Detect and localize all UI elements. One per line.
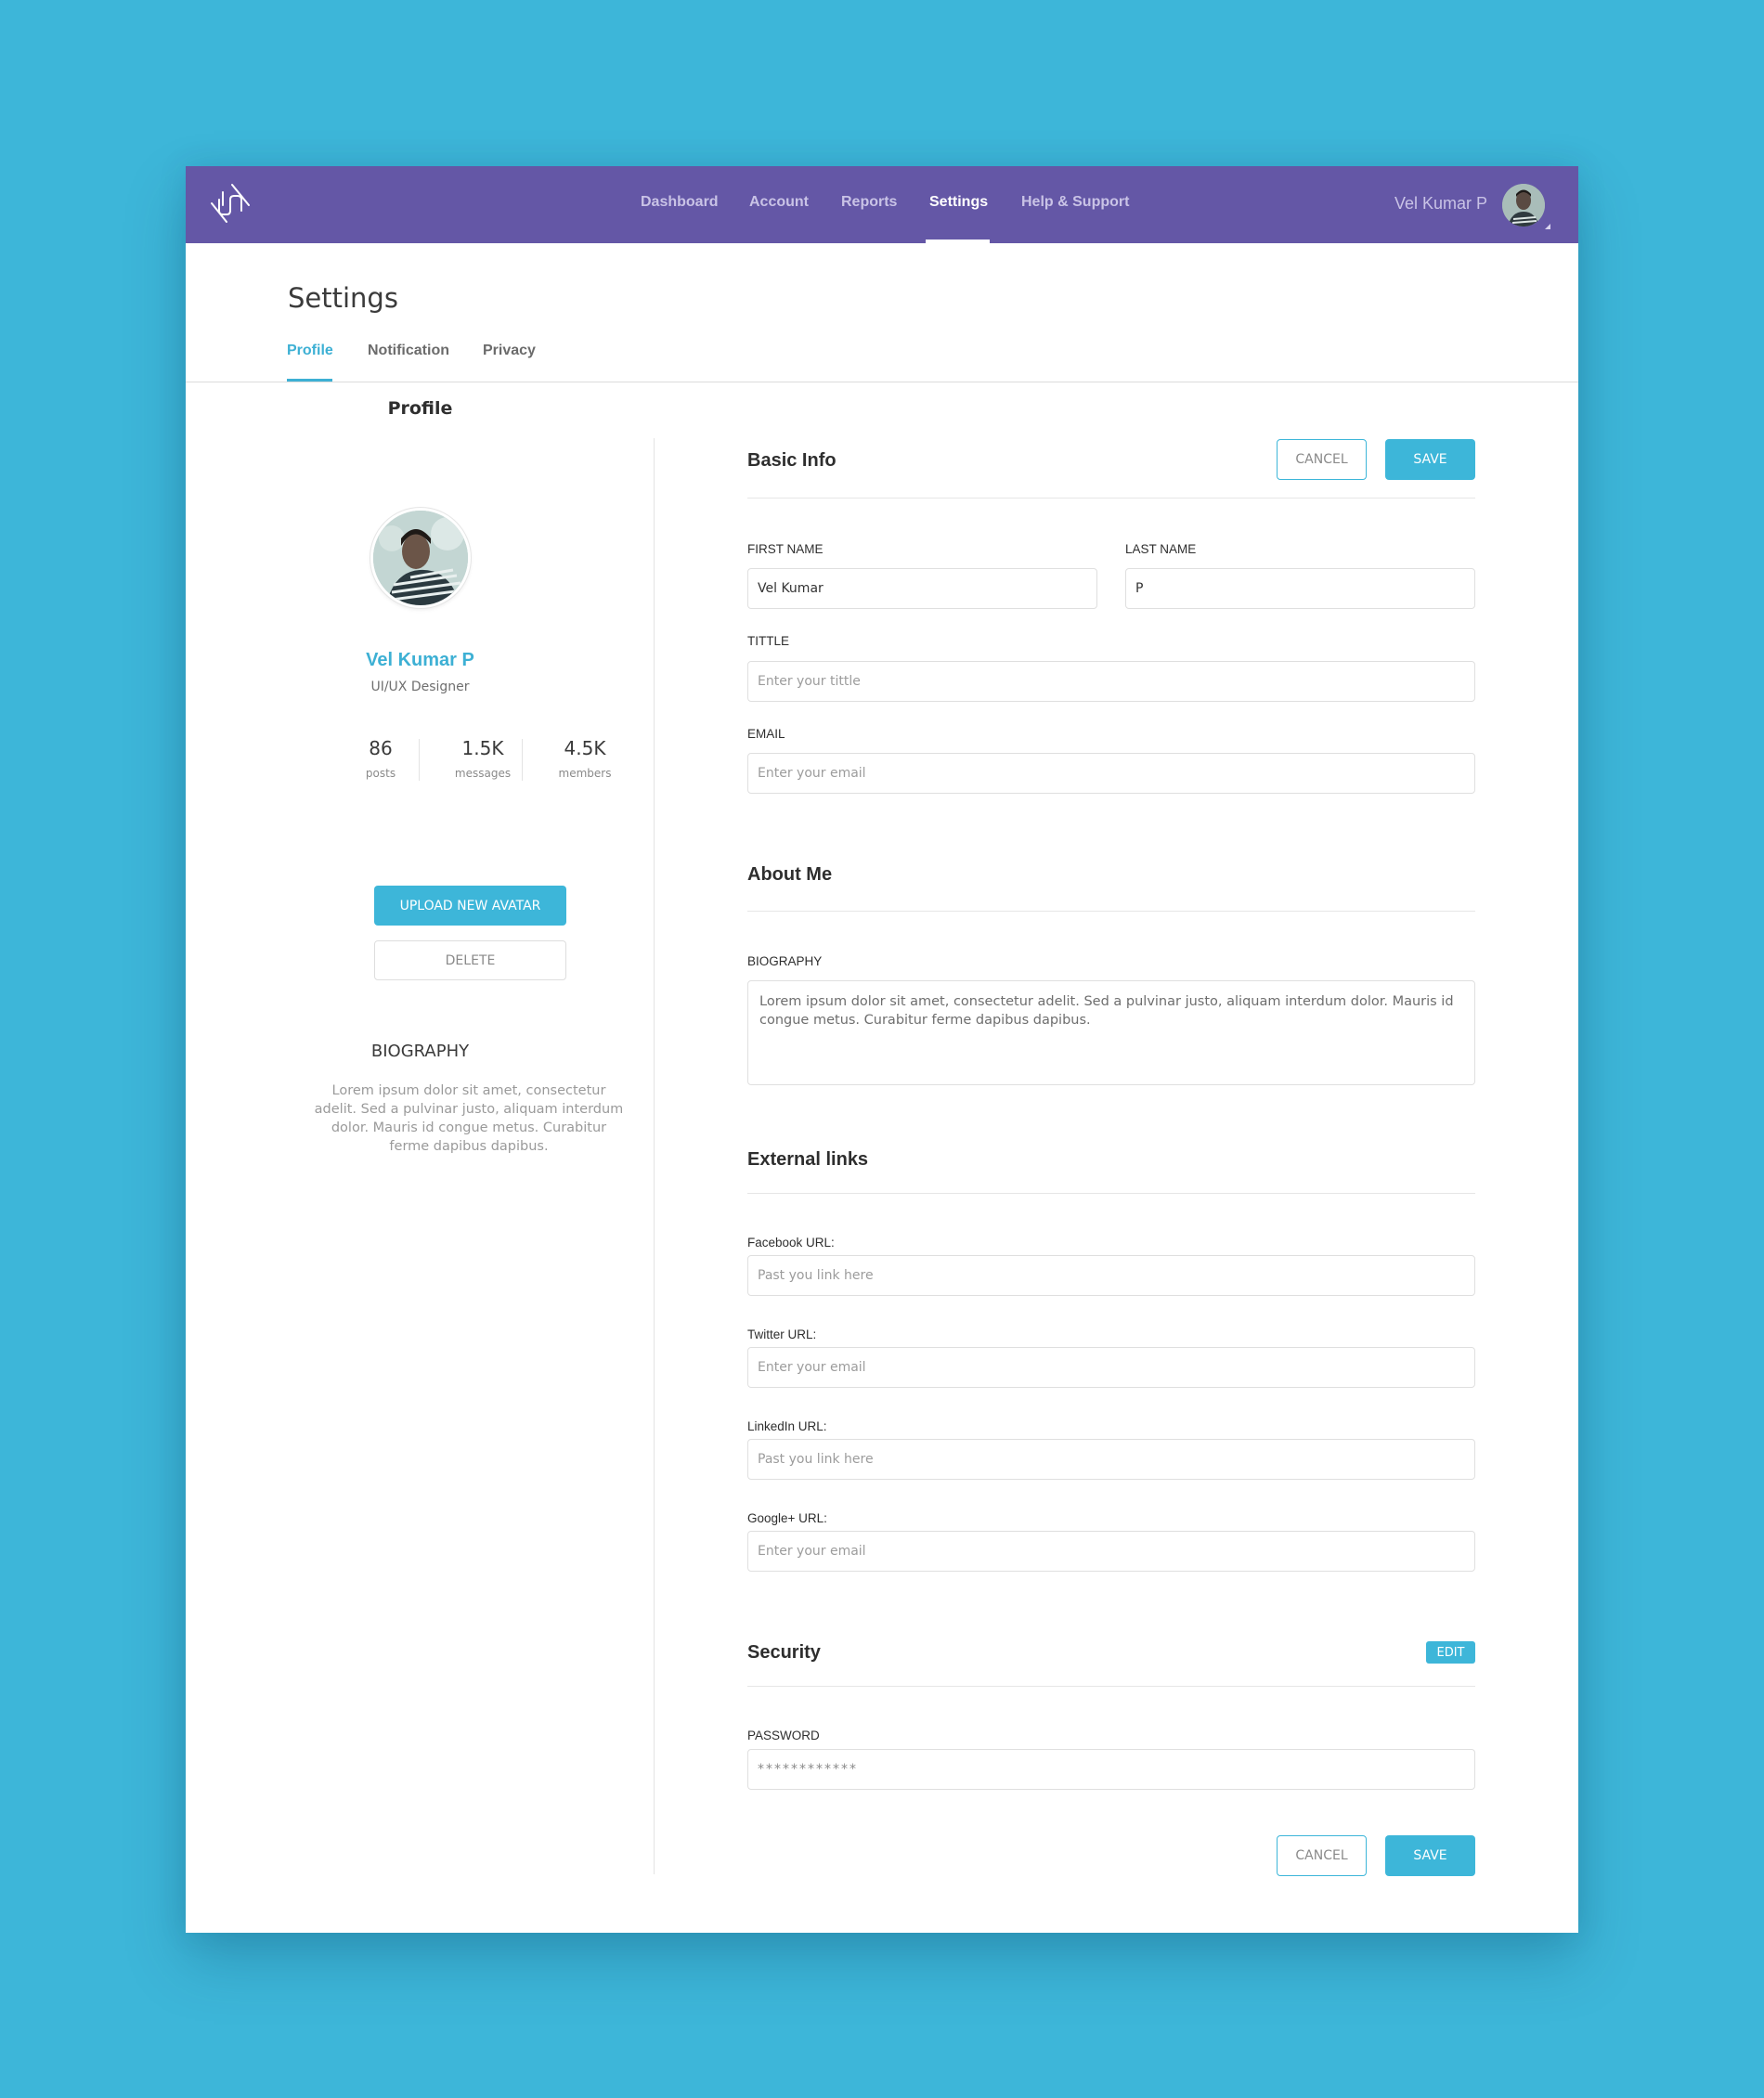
password-input[interactable] xyxy=(747,1749,1475,1790)
user-avatar[interactable] xyxy=(1502,184,1545,227)
stat-label: messages xyxy=(454,767,512,780)
avatar-photo-icon xyxy=(1502,184,1545,227)
stat-members: 4.5K members xyxy=(534,737,636,780)
tab-privacy[interactable]: Privacy xyxy=(483,343,536,359)
security-divider xyxy=(747,1686,1475,1687)
first-name-label: FIRST NAME xyxy=(747,542,824,556)
delete-avatar-button[interactable]: DELETE xyxy=(374,940,566,980)
biography-heading: BIOGRAPHY xyxy=(370,1042,470,1061)
basic-info-divider xyxy=(747,498,1475,499)
stat-value: 86 xyxy=(369,737,393,759)
external-links-title: External links xyxy=(747,1149,869,1170)
profile-stats: 86 posts 1.5K messages 4.5K members xyxy=(330,737,636,784)
stat-divider xyxy=(419,739,420,781)
last-name-label: LAST NAME xyxy=(1125,542,1197,556)
cancel-button-bottom[interactable]: CANCEL xyxy=(1277,1835,1367,1876)
profile-avatar[interactable] xyxy=(370,508,471,608)
profile-role: UI/UX Designer xyxy=(370,680,470,694)
password-label: PASSWORD xyxy=(747,1729,820,1742)
stat-posts: 86 posts xyxy=(330,737,432,780)
cancel-button-top[interactable]: CANCEL xyxy=(1277,439,1367,480)
linkedin-url-input[interactable] xyxy=(747,1439,1475,1480)
first-name-input[interactable] xyxy=(747,568,1097,609)
last-name-input[interactable] xyxy=(1125,568,1475,609)
profile-heading: Profile xyxy=(387,398,453,419)
tab-profile[interactable]: Profile xyxy=(287,343,333,359)
edit-security-button[interactable]: EDIT xyxy=(1426,1641,1475,1664)
stat-value: 4.5K xyxy=(564,737,606,759)
title-input[interactable] xyxy=(747,661,1475,702)
about-me-divider xyxy=(747,911,1475,912)
save-button-bottom[interactable]: SAVE xyxy=(1385,1835,1475,1876)
security-title: Security xyxy=(747,1642,821,1663)
user-menu-caret-icon[interactable] xyxy=(1545,224,1550,229)
stat-label: posts xyxy=(365,767,396,780)
page-title: Settings xyxy=(288,282,398,314)
biography-label: BIOGRAPHY xyxy=(747,954,823,968)
avatar-photo-icon xyxy=(373,511,468,605)
googleplus-url-input[interactable] xyxy=(747,1531,1475,1572)
profile-name: Vel Kumar P xyxy=(366,650,474,670)
about-me-title: About Me xyxy=(747,864,833,885)
facebook-url-label: Facebook URL: xyxy=(747,1236,835,1250)
column-divider xyxy=(654,438,655,1874)
title-label: TITTLE xyxy=(747,634,790,648)
settings-card: Dashboard Account Reports Settings Help … xyxy=(186,166,1578,1933)
tab-notification[interactable]: Notification xyxy=(368,343,449,359)
stat-messages: 1.5K messages xyxy=(432,737,534,780)
nav-link-dashboard[interactable]: Dashboard xyxy=(641,194,719,211)
stat-value: 1.5K xyxy=(461,737,504,759)
stat-divider xyxy=(522,739,523,781)
stat-label: members xyxy=(558,767,612,780)
save-button-top[interactable]: SAVE xyxy=(1385,439,1475,480)
googleplus-url-label: Google+ URL: xyxy=(747,1511,827,1525)
twitter-url-input[interactable] xyxy=(747,1347,1475,1388)
profile-form: Basic Info CANCEL SAVE FIRST NAME LAST N… xyxy=(747,166,1475,1933)
facebook-url-input[interactable] xyxy=(747,1255,1475,1296)
email-input[interactable] xyxy=(747,753,1475,794)
biography-textarea[interactable]: Lorem ipsum dolor sit amet, consectetur … xyxy=(747,980,1475,1085)
biography-text: Lorem ipsum dolor sit amet, consectetur … xyxy=(314,1083,624,1154)
twitter-url-label: Twitter URL: xyxy=(747,1327,817,1341)
email-label: EMAIL xyxy=(747,727,785,741)
upload-avatar-button[interactable]: UPLOAD NEW AVATAR xyxy=(374,886,566,926)
basic-info-title: Basic Info xyxy=(747,450,837,471)
linkedin-url-label: LinkedIn URL: xyxy=(747,1419,827,1433)
external-links-divider xyxy=(747,1193,1475,1194)
